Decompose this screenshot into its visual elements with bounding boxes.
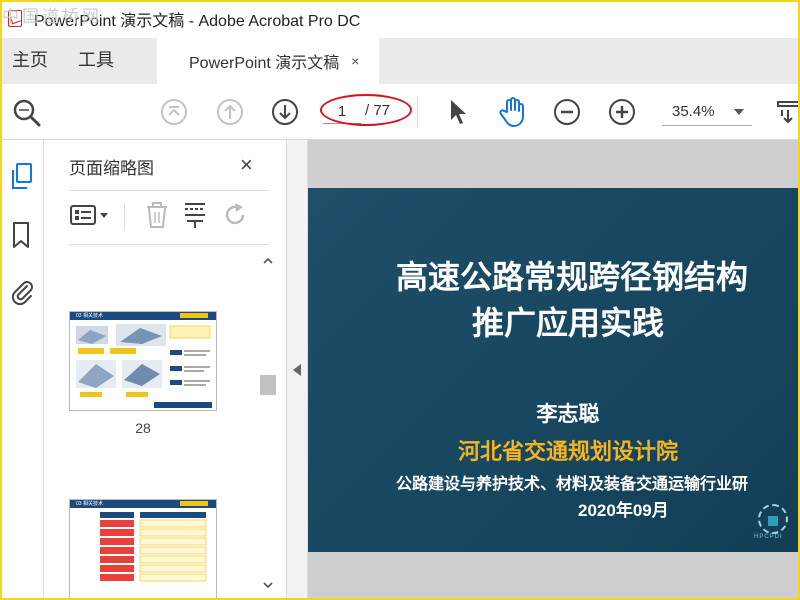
navigation-rail xyxy=(0,140,44,600)
delete-page-icon[interactable] xyxy=(143,200,171,235)
panel-title: 页面缩略图 xyxy=(69,159,154,178)
thumbnail-header-text: 03 相关技术 xyxy=(76,313,103,319)
title-bar: PowerPoint 演示文稿 - Adobe Acrobat Pro DC xyxy=(0,0,800,38)
chevron-down-icon xyxy=(734,109,744,115)
page-thumbnails-panel: 页面缩略图 × 03 相关技术 28 03 相关技术 xyxy=(44,140,286,600)
slide-page: 高速公路常规跨径钢结构 推广应用实践 李志聪 河北省交通规划设计院 公路建设与养… xyxy=(308,188,800,552)
insert-page-icon[interactable] xyxy=(181,200,209,235)
prev-page-icon[interactable] xyxy=(216,98,244,126)
thumbnail-options-icon[interactable] xyxy=(69,200,113,235)
search-zoom-icon[interactable] xyxy=(12,98,42,128)
zoom-level-value: 35.4% xyxy=(672,103,715,120)
panel-collapse-handle[interactable] xyxy=(286,140,308,600)
close-panel-icon[interactable]: × xyxy=(240,152,253,178)
tab-document[interactable]: PowerPoint 演示文稿 × xyxy=(157,38,379,84)
slide-title-line2: 推广应用实践 xyxy=(471,305,664,341)
thumbnail-page-number: 28 xyxy=(135,420,151,436)
next-page-icon[interactable] xyxy=(271,98,299,126)
slide-organization: 河北省交通规划设计院 xyxy=(457,439,678,464)
bookmark-icon[interactable] xyxy=(9,220,35,255)
zoom-out-icon[interactable] xyxy=(553,98,581,126)
zoom-level-select[interactable]: 35.4% xyxy=(662,98,752,126)
hand-tool-icon[interactable] xyxy=(498,96,528,128)
attachment-icon[interactable] xyxy=(9,276,35,311)
panel-divider xyxy=(69,244,269,245)
tab-tools[interactable]: 工具 xyxy=(60,38,126,84)
toolbar: 1 / 77 35.4% xyxy=(0,84,800,140)
display-options-icon[interactable] xyxy=(776,98,800,126)
panel-divider xyxy=(69,190,269,191)
scrollbar-thumb[interactable] xyxy=(260,375,276,395)
page-thumbnail[interactable]: 03 相关技术 xyxy=(70,312,216,410)
thumbnail-header-text: 03 相关技术 xyxy=(76,501,103,507)
tab-bar: 主页 工具 PowerPoint 演示文稿 × xyxy=(0,38,800,84)
panel-toolbar xyxy=(69,200,269,236)
page-thumbnails-icon[interactable] xyxy=(9,162,35,197)
thumbnail-scrollbar[interactable] xyxy=(257,248,279,600)
collapse-left-icon xyxy=(293,364,301,376)
scroll-up-icon[interactable] xyxy=(263,256,273,266)
slide-author: 李志聪 xyxy=(536,403,600,426)
organization-logo xyxy=(758,504,788,534)
slide-lab: 公路建设与养护技术、材料及装备交通运输行业研 xyxy=(396,476,749,493)
tab-document-label: PowerPoint 演示文稿 xyxy=(189,55,340,72)
logo-text: HPCPDI xyxy=(754,534,783,540)
scroll-down-icon[interactable] xyxy=(263,580,273,590)
tab-home[interactable]: 主页 xyxy=(0,38,60,84)
slide-date: 2020年09月 xyxy=(578,501,669,520)
rotate-page-icon[interactable] xyxy=(221,200,251,235)
total-pages-label: / 77 xyxy=(365,102,391,119)
zoom-in-icon[interactable] xyxy=(608,98,636,126)
slide-title-line1: 高速公路常规跨径钢结构 xyxy=(396,259,749,295)
watermark-text: 中国道桥网 xyxy=(2,7,102,27)
current-page-input[interactable]: 1 xyxy=(323,100,361,124)
thumbnail-list: 03 相关技术 28 03 相关技术 xyxy=(44,248,286,600)
page-thumbnail[interactable]: 03 相关技术 xyxy=(70,500,216,600)
close-tab-icon[interactable]: × xyxy=(351,53,359,69)
select-arrow-icon[interactable] xyxy=(447,98,469,126)
panel-toolbar-divider xyxy=(124,204,125,230)
first-page-icon[interactable] xyxy=(160,98,188,126)
toolbar-divider xyxy=(417,96,418,128)
document-view[interactable]: 高速公路常规跨径钢结构 推广应用实践 李志聪 河北省交通规划设计院 公路建设与养… xyxy=(308,140,800,600)
